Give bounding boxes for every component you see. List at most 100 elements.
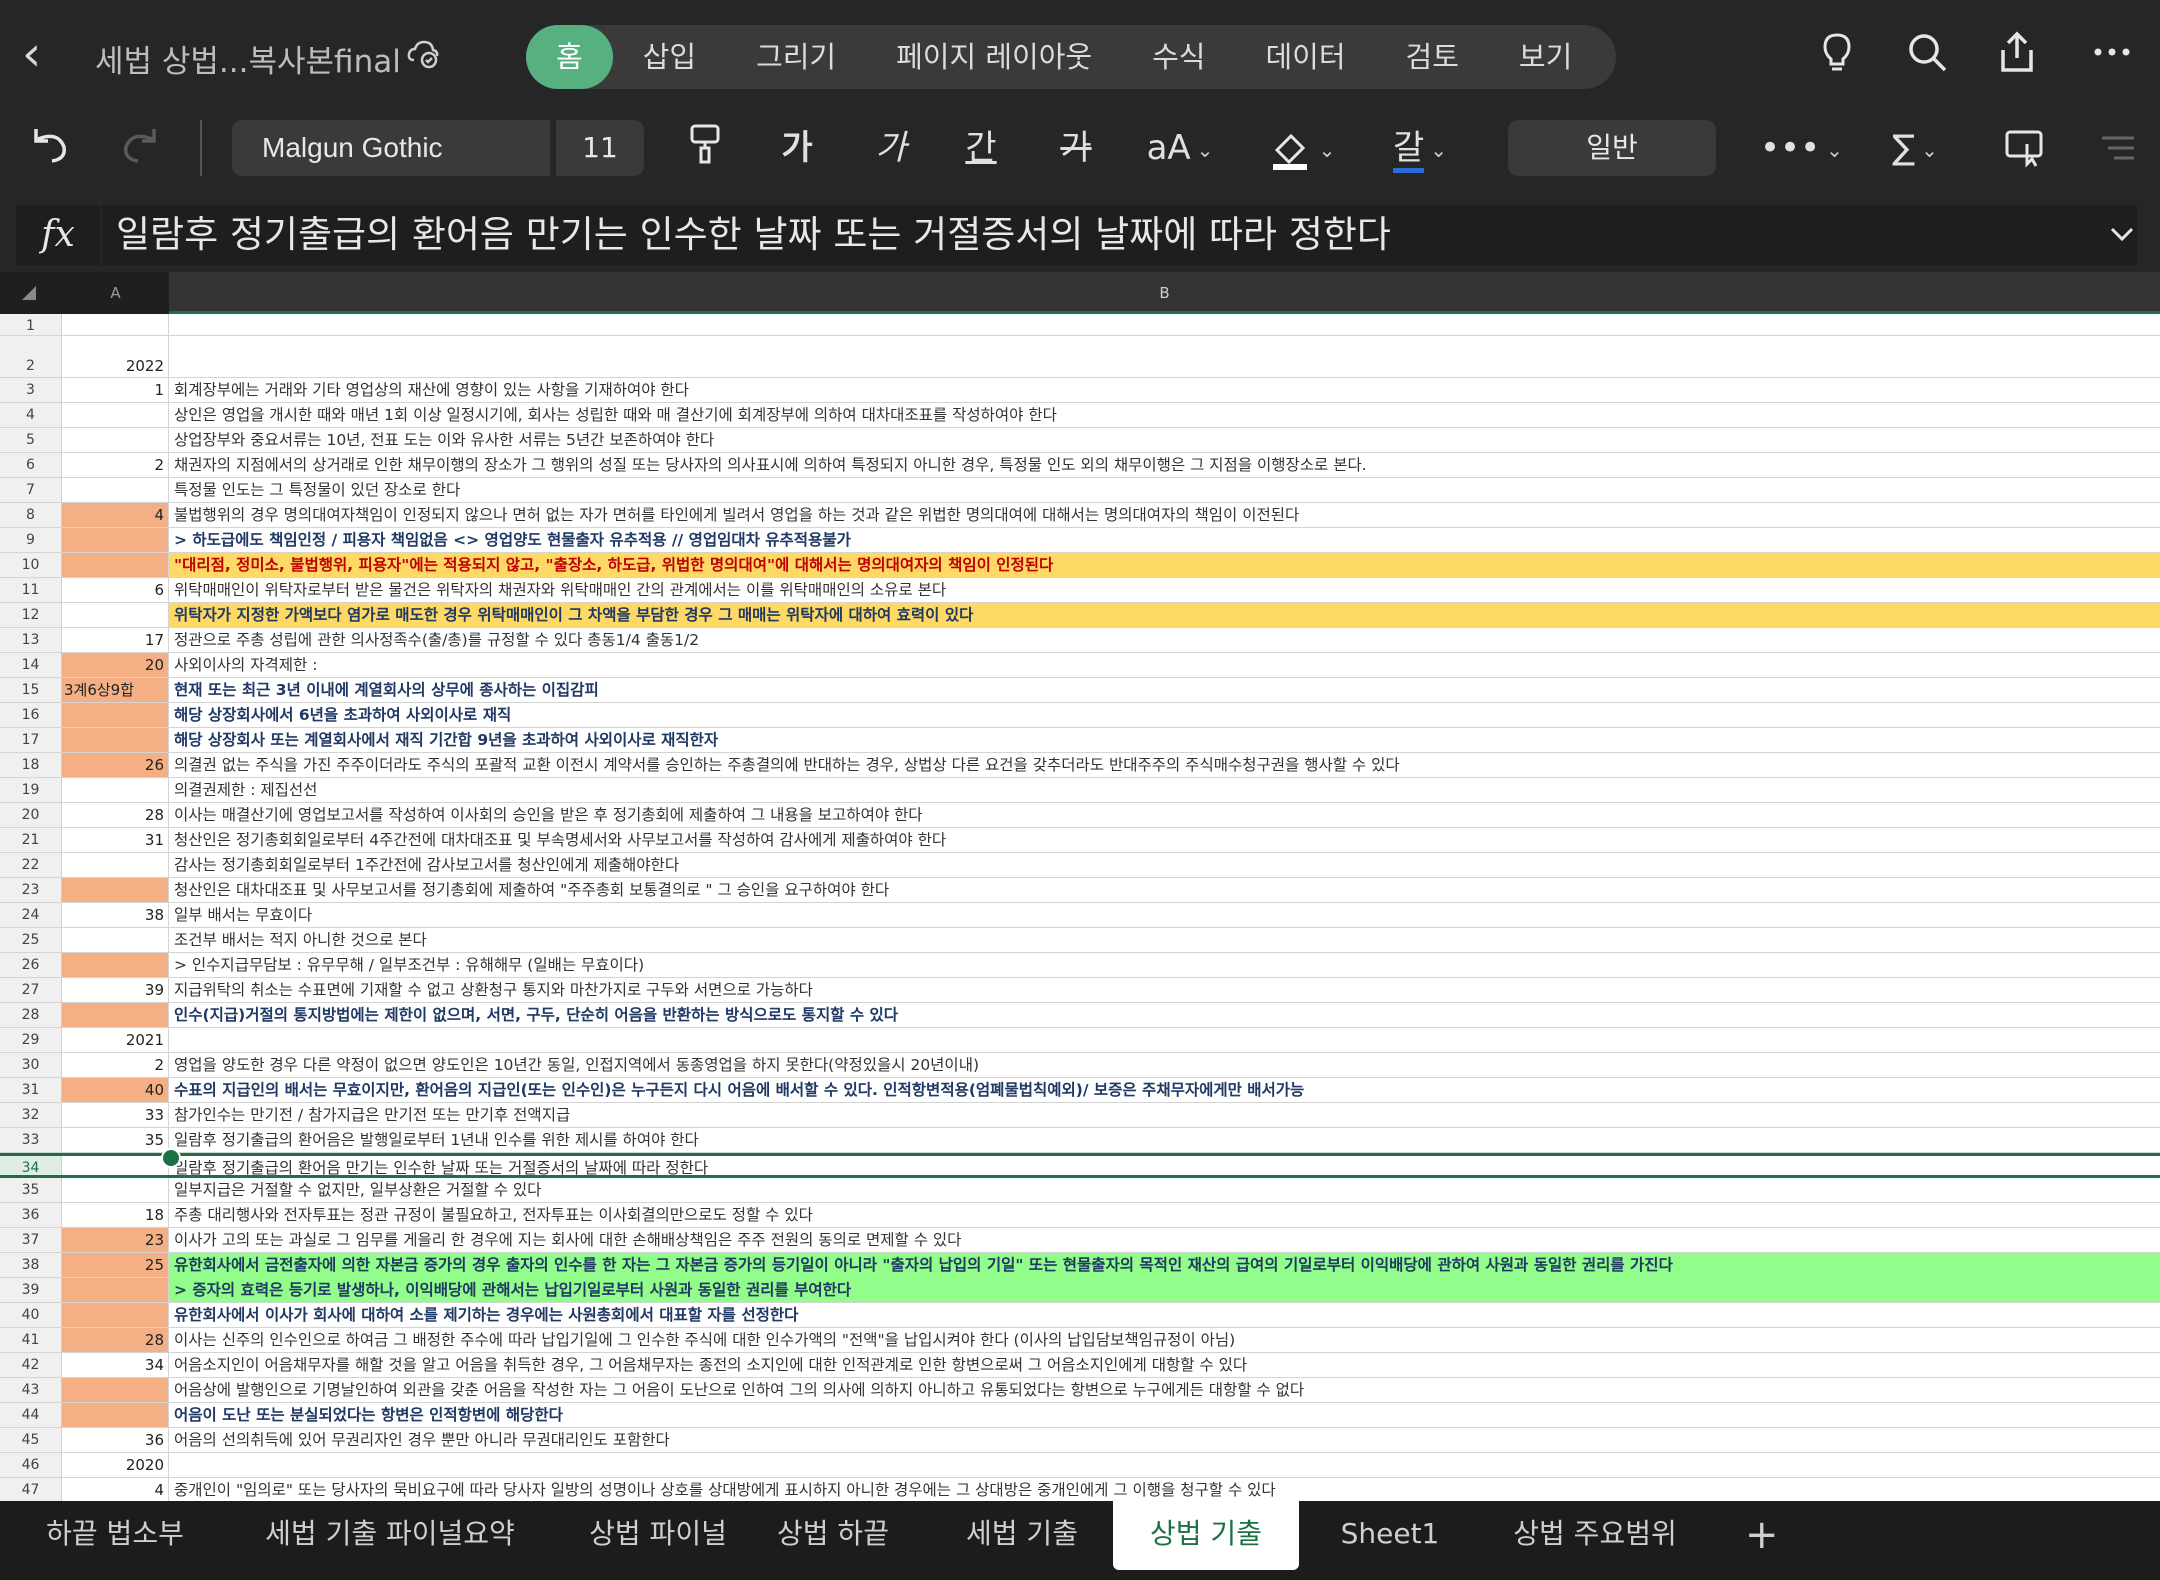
sheet-tab[interactable]: Sheet1 <box>1325 1501 1455 1570</box>
cell-a[interactable]: 26 <box>62 753 169 777</box>
cell-b[interactable]: 참가인수는 만기전 / 참가지급은 만기전 또는 만기후 전액지급 <box>169 1103 2160 1127</box>
row-number[interactable]: 47 <box>0 1478 62 1501</box>
tab-home[interactable]: 홈 <box>526 25 613 89</box>
sheet-tab[interactable]: 상법 주요범위 <box>1500 1501 1690 1570</box>
document-title[interactable]: 세법 상법...복사본final <box>95 36 401 81</box>
row-number[interactable]: 6 <box>0 453 62 477</box>
cell-b[interactable]: 의결권제한 : 제집선선 <box>169 778 2160 802</box>
cell-a[interactable] <box>62 1278 169 1302</box>
column-header-a[interactable]: A <box>62 272 169 314</box>
cell-b[interactable]: "대리점, 정미소, 불법행위, 피용자"에는 적용되지 않고, "출장소, 하… <box>169 553 2160 577</box>
row-number[interactable]: 18 <box>0 753 62 777</box>
cell-b[interactable]: 해당 상장회사 또는 계열회사에서 재직 기간합 9년을 초과하여 사외이사로 … <box>169 728 2160 752</box>
cell-b[interactable]: 인수(지급)거절의 통지방법에는 제한이 없으며, 서면, 구두, 단순히 어음… <box>169 1003 2160 1027</box>
tab-draw[interactable]: 그리기 <box>726 25 866 89</box>
cell-b[interactable]: 해당 상장회사에서 6년을 초과하여 사외이사로 재직 <box>169 703 2160 727</box>
cell-a[interactable]: 17 <box>62 628 169 652</box>
row-number[interactable]: 38 <box>0 1253 62 1277</box>
add-sheet-icon[interactable]: + <box>1745 1512 1779 1558</box>
cell-a[interactable]: 28 <box>62 803 169 827</box>
row-number[interactable]: 24 <box>0 903 62 927</box>
select-all-corner[interactable] <box>0 272 62 314</box>
cell-b[interactable]: > 인수지급무담보 : 유무무해 / 일부조건부 : 유해해무 (일배는 무효이… <box>169 953 2160 977</box>
sheet-tab[interactable]: 하끝 법소부 <box>30 1501 200 1570</box>
cell-a[interactable]: 4 <box>62 503 169 527</box>
row-number[interactable]: 43 <box>0 1378 62 1402</box>
cell-a[interactable]: 18 <box>62 1203 169 1227</box>
cell-a[interactable]: 2021 <box>62 1028 169 1052</box>
row-number[interactable]: 39 <box>0 1278 62 1302</box>
cell-b[interactable]: 일람후 정기출급의 환어음은 발행일로부터 1년내 인수를 위한 제시를 하여야… <box>169 1128 2160 1152</box>
font-size-select[interactable]: 11 <box>556 120 644 176</box>
select-cursor-icon[interactable] <box>2003 124 2047 168</box>
cell-a[interactable] <box>62 1178 169 1202</box>
cell-a[interactable] <box>62 728 169 752</box>
formula-input[interactable]: 일람후 정기출급의 환어음 만기는 인수한 날짜 또는 거절증서의 날짜에 따라… <box>102 205 2137 265</box>
cell-b[interactable]: 불법행위의 경우 명의대여자책임이 인정되지 않으나 면허 없는 자가 면허를 … <box>169 503 2160 527</box>
undo-icon[interactable] <box>28 123 72 167</box>
cell-a[interactable] <box>62 403 169 427</box>
cell-a[interactable]: 1 <box>62 378 169 402</box>
cell-b[interactable]: 어음소지인이 어음채무자를 해할 것을 알고 어음을 취득한 경우, 그 어음채… <box>169 1353 2160 1377</box>
cell-a[interactable]: 35 <box>62 1128 169 1152</box>
redo-icon[interactable] <box>118 123 162 167</box>
cell-a[interactable] <box>62 1003 169 1027</box>
cell-a[interactable] <box>62 853 169 877</box>
cell-b[interactable]: 의결권 없는 주식을 가진 주주이더라도 주식의 포괄적 교환 이전시 계약서를… <box>169 753 2160 777</box>
cell-a[interactable] <box>62 1156 169 1175</box>
row-number[interactable]: 8 <box>0 503 62 527</box>
row-number[interactable]: 22 <box>0 853 62 877</box>
sheet-tab[interactable]: 세법 기출 <box>942 1501 1102 1570</box>
cell-a[interactable] <box>62 1403 169 1427</box>
cell-b[interactable]: 유한회사에서 금전출자에 의한 자본금 증가의 경우 출자의 인수를 한 자는 … <box>169 1253 2160 1277</box>
row-number[interactable]: 11 <box>0 578 62 602</box>
cell-a[interactable]: 31 <box>62 828 169 852</box>
cell-a[interactable] <box>62 428 169 452</box>
cell-a[interactable]: 20 <box>62 653 169 677</box>
row-number[interactable]: 29 <box>0 1028 62 1052</box>
cell-a[interactable] <box>62 528 169 552</box>
row-number[interactable]: 21 <box>0 828 62 852</box>
cell-b[interactable]: 특정물 인도는 그 특정물이 있던 장소로 한다 <box>169 478 2160 502</box>
cloud-sync-icon[interactable] <box>406 36 440 70</box>
sheet-tab[interactable]: 상법 파이널 <box>578 1501 738 1570</box>
cell-a[interactable] <box>62 553 169 577</box>
bold-button[interactable]: 가 <box>772 122 822 174</box>
row-number[interactable]: 3 <box>0 378 62 402</box>
row-number[interactable]: 25 <box>0 928 62 952</box>
row-number[interactable]: 33 <box>0 1128 62 1152</box>
row-number[interactable]: 35 <box>0 1178 62 1202</box>
row-number[interactable]: 27 <box>0 978 62 1002</box>
row-number[interactable]: 4 <box>0 403 62 427</box>
search-icon[interactable] <box>1905 30 1949 74</box>
cell-a[interactable]: 40 <box>62 1078 169 1102</box>
cell-a[interactable]: 23 <box>62 1228 169 1252</box>
row-number[interactable]: 2 <box>0 336 62 377</box>
cell-b[interactable]: 채권자의 지점에서의 상거래로 인한 채무이행의 장소가 그 행위의 성질 또는… <box>169 453 2160 477</box>
cell-a[interactable]: 2020 <box>62 1453 169 1477</box>
cell-a[interactable]: 2 <box>62 1053 169 1077</box>
share-icon[interactable] <box>1995 30 2039 74</box>
tab-page-layout[interactable]: 페이지 레이아웃 <box>866 25 1122 89</box>
more-icon[interactable] <box>2090 30 2134 74</box>
cell-a[interactable] <box>62 778 169 802</box>
cell-a[interactable] <box>62 1378 169 1402</box>
cell-b[interactable]: 현재 또는 최근 3년 이내에 계열회사의 상무에 종사하는 이집감피 <box>169 678 2160 702</box>
row-number[interactable]: 19 <box>0 778 62 802</box>
cell-b[interactable]: 일부지급은 거절할 수 없지만, 일부상환은 거절할 수 있다 <box>169 1178 2160 1202</box>
sheet-tab-active[interactable]: 상법 기출 <box>1113 1501 1299 1570</box>
cell-a[interactable]: 33 <box>62 1103 169 1127</box>
cell-b[interactable]: 조건부 배서는 적지 아니한 것으로 본다 <box>169 928 2160 952</box>
cell-b[interactable]: 청산인은 정기총회회일로부터 4주간전에 대차대조표 및 부속명세서와 사무보고… <box>169 828 2160 852</box>
cell-b[interactable]: 이사는 신주의 인수인으로 하여금 그 배정한 주수에 따라 납입기일에 그 인… <box>169 1328 2160 1352</box>
strikethrough-button[interactable]: 가 <box>1048 122 1104 174</box>
tab-formulas[interactable]: 수식 <box>1122 25 1235 89</box>
text-size-button[interactable]: aA ⌄ <box>1140 122 1220 174</box>
tab-insert[interactable]: 삽입 <box>613 25 726 89</box>
row-number[interactable]: 40 <box>0 1303 62 1327</box>
row-number[interactable]: 26 <box>0 953 62 977</box>
cell-a[interactable]: 36 <box>62 1428 169 1452</box>
cell-a[interactable] <box>62 928 169 952</box>
cell-a[interactable]: 6 <box>62 578 169 602</box>
row-number[interactable]: 41 <box>0 1328 62 1352</box>
